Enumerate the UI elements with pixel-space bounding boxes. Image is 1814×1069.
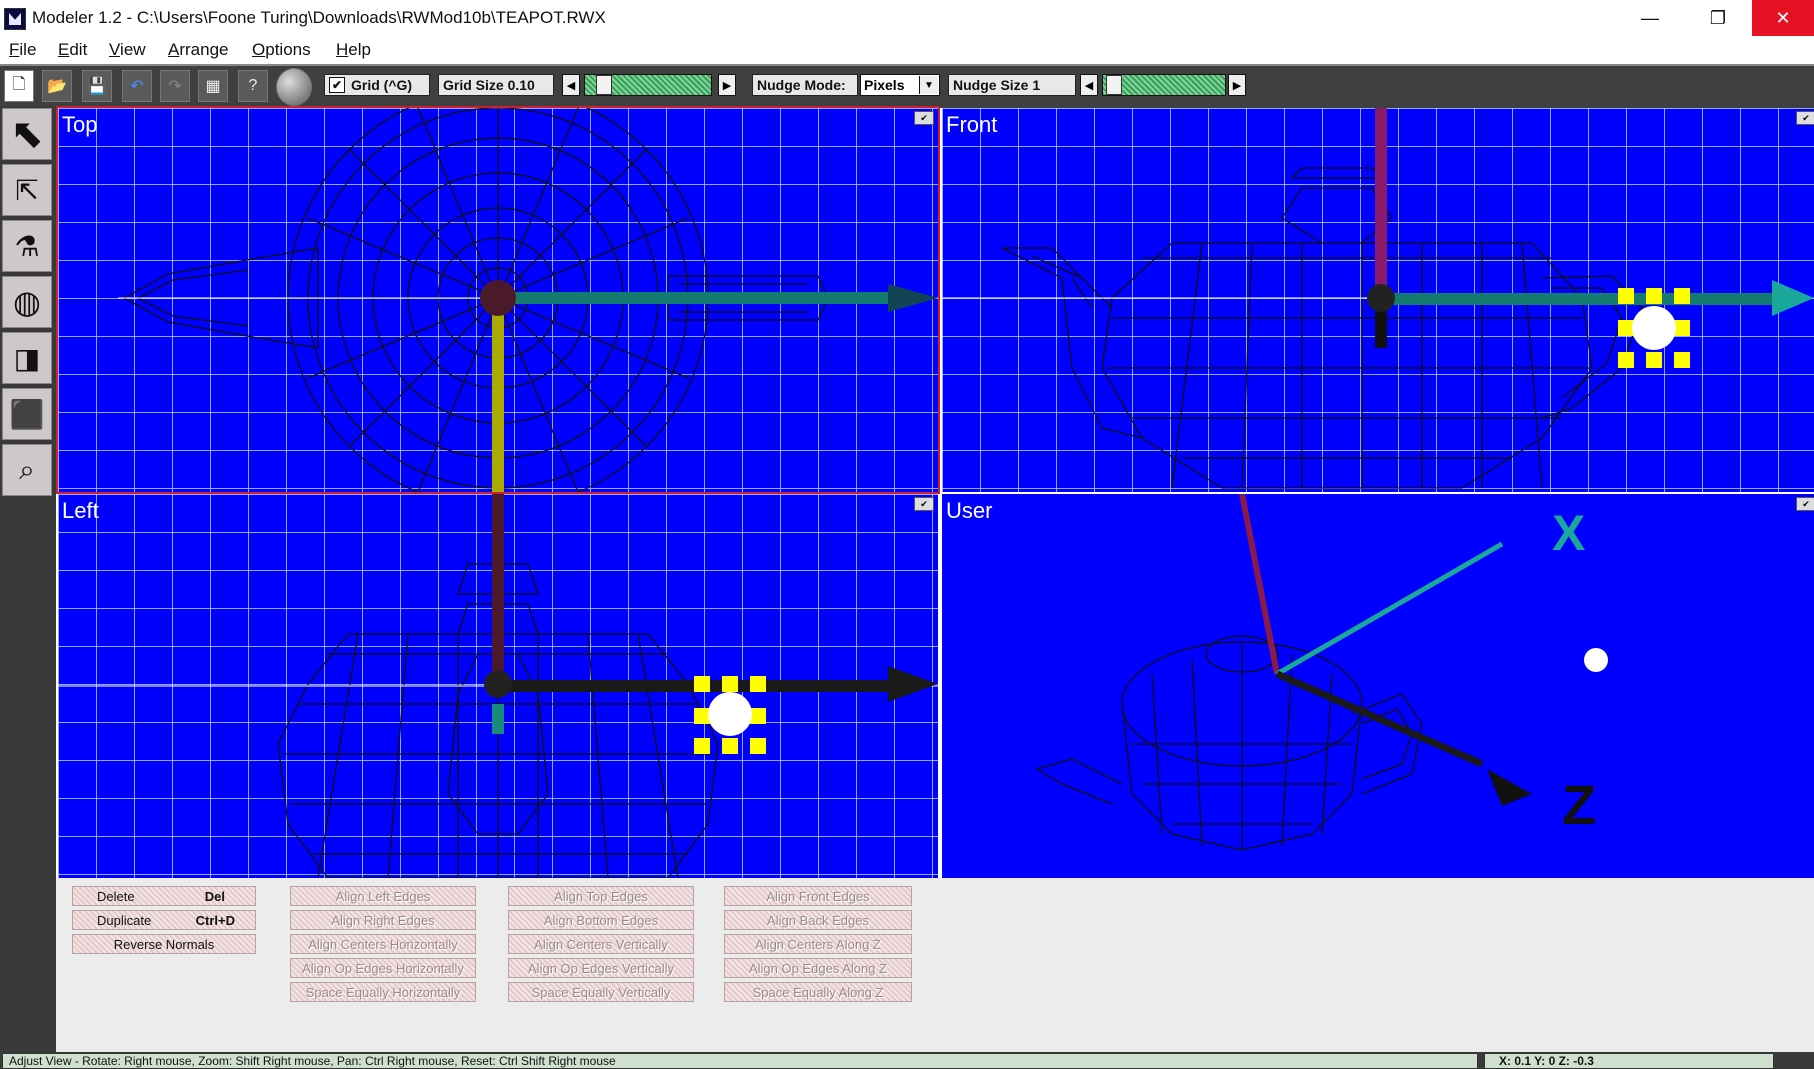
nudge-size-right-arrow[interactable]: ▶ bbox=[1228, 74, 1246, 96]
teapot-wireframe-front bbox=[942, 108, 1814, 489]
context-help-icon[interactable]: ? bbox=[238, 70, 268, 102]
window-title: Modeler 1.2 - C:\Users\Foone Turing\Down… bbox=[32, 8, 606, 27]
align-left-edges-button[interactable]: Align Left Edges bbox=[290, 886, 476, 906]
viewport-label-left: Left bbox=[62, 498, 99, 523]
align-centers-vertically-button[interactable]: Align Centers Vertically bbox=[508, 934, 694, 954]
teapot-wireframe-left bbox=[58, 494, 938, 878]
box-extrude-icon[interactable]: ⬛ bbox=[2, 388, 52, 440]
command-panel: Delete Del Duplicate Ctrl+D Reverse Norm… bbox=[56, 878, 1814, 1052]
viewport-label-user: User bbox=[946, 498, 993, 523]
align-centers-horizontally-button[interactable]: Align Centers Horizontally bbox=[290, 934, 476, 954]
menu-arrange[interactable]: Arrange bbox=[168, 40, 228, 60]
chevron-down-icon[interactable]: ▼ bbox=[919, 76, 938, 94]
nudge-mode-select[interactable]: Pixels ▼ bbox=[860, 74, 940, 96]
duplicate-button[interactable]: Duplicate Ctrl+D bbox=[72, 910, 256, 930]
space-equally-along-z-button[interactable]: Space Equally Along Z bbox=[724, 982, 912, 1002]
align-back-edges-button[interactable]: Align Back Edges bbox=[724, 910, 912, 930]
svg-text:X: X bbox=[1552, 505, 1585, 561]
menu-options[interactable]: Options bbox=[252, 40, 311, 60]
grid-size-left-arrow[interactable]: ◀ bbox=[562, 74, 580, 96]
teapot-wireframe-top bbox=[118, 108, 938, 492]
sphere-render-icon[interactable] bbox=[276, 68, 312, 106]
minimize-button[interactable]: — bbox=[1616, 0, 1684, 36]
nudge-size-thumb[interactable] bbox=[1106, 75, 1122, 95]
status-hint: Adjust View - Rotate: Right mouse, Zoom:… bbox=[2, 1053, 1478, 1069]
viewport-front[interactable]: Front ✔ bbox=[942, 108, 1814, 492]
status-bar: Adjust View - Rotate: Right mouse, Zoom:… bbox=[0, 1052, 1814, 1069]
align-bottom-edges-button[interactable]: Align Bottom Edges bbox=[508, 910, 694, 930]
viewport-label-top: Top bbox=[62, 112, 98, 137]
delete-button[interactable]: Delete Del bbox=[72, 886, 256, 906]
status-coordinates: X: 0.1 Y: 0 Z: -0.3 bbox=[1484, 1053, 1774, 1069]
svg-text:Z: Z bbox=[1562, 773, 1596, 836]
new-file-icon[interactable]: 🗋 bbox=[4, 70, 34, 102]
align-centers-along-z-button[interactable]: Align Centers Along Z bbox=[724, 934, 912, 954]
lasso-select-icon[interactable]: ⌕ bbox=[2, 444, 52, 496]
viewport-top-menu[interactable]: ✔ bbox=[914, 111, 934, 125]
viewport-left[interactable]: Left ✔ bbox=[58, 494, 938, 878]
space-equally-vertically-button[interactable]: Space Equally Vertically bbox=[508, 982, 694, 1002]
primitives-icon[interactable]: ◨ bbox=[2, 332, 52, 384]
grid-label: Grid (^G) bbox=[351, 77, 413, 93]
viewport-left-menu[interactable]: ✔ bbox=[914, 497, 934, 511]
reverse-normals-button[interactable]: Reverse Normals bbox=[72, 934, 256, 954]
save-icon[interactable]: 💾 bbox=[82, 70, 112, 102]
nudge-mode-value: Pixels bbox=[864, 77, 905, 93]
close-button[interactable]: ✕ bbox=[1752, 0, 1814, 36]
align-front-edges-button[interactable]: Align Front Edges bbox=[724, 886, 912, 906]
menu-file[interactable]: File bbox=[9, 40, 36, 60]
maximize-button[interactable]: ❐ bbox=[1684, 0, 1752, 36]
grid-size-right-arrow[interactable]: ▶ bbox=[718, 74, 736, 96]
open-folder-icon[interactable]: 📂 bbox=[42, 70, 72, 102]
toolbar: 🗋 📂 💾 ↶ ↷ ▦ ? ✔ Grid (^G) Grid Size 0.10… bbox=[0, 64, 1814, 108]
redo-icon[interactable]: ↷ bbox=[160, 70, 190, 102]
menu-help[interactable]: Help bbox=[336, 40, 371, 60]
align-right-edges-button[interactable]: Align Right Edges bbox=[290, 910, 476, 930]
menu-edit[interactable]: Edit bbox=[58, 40, 87, 60]
grid-toggle[interactable]: ✔ Grid (^G) bbox=[324, 74, 430, 96]
grid-props-icon[interactable]: ▦ bbox=[198, 70, 228, 102]
select-vertex-icon[interactable]: ⇱ bbox=[2, 164, 52, 216]
select-arrow-icon[interactable]: ⬉ bbox=[2, 108, 52, 160]
viewport-label-front: Front bbox=[946, 112, 998, 137]
align-op-edges-vertically-button[interactable]: Align Op Edges Vertically bbox=[508, 958, 694, 978]
teapot-wireframe-user: X Z bbox=[1035, 494, 1608, 851]
space-equally-horizontally-button[interactable]: Space Equally Horizontally bbox=[290, 982, 476, 1002]
nudge-size-left-arrow[interactable]: ◀ bbox=[1080, 74, 1098, 96]
grid-checkbox[interactable]: ✔ bbox=[329, 77, 345, 93]
title-bar: Modeler 1.2 - C:\Users\Foone Turing\Down… bbox=[0, 0, 1814, 36]
undo-icon[interactable]: ↶ bbox=[122, 70, 152, 102]
tool-palette: ⬉ ⇱ ⚗ ◍ ◨ ⬛ ⌕ bbox=[0, 106, 56, 1069]
align-op-edges-along-z-button[interactable]: Align Op Edges Along Z bbox=[724, 958, 912, 978]
align-op-edges-horizontally-button[interactable]: Align Op Edges Horizontally bbox=[290, 958, 476, 978]
texture-ball-icon[interactable]: ◍ bbox=[2, 276, 52, 328]
menu-bar: File Edit View Arrange Options Help bbox=[0, 36, 1814, 64]
viewport-front-menu[interactable]: ✔ bbox=[1796, 111, 1814, 125]
viewport-user[interactable]: X Z User ✔ bbox=[942, 494, 1814, 878]
app-icon bbox=[4, 8, 26, 30]
viewport-top[interactable]: Top ✔ bbox=[56, 106, 940, 494]
grid-size-label: Grid Size 0.10 bbox=[438, 74, 554, 96]
grid-size-thumb[interactable] bbox=[596, 75, 612, 95]
lamp-light-icon[interactable]: ⚗ bbox=[2, 220, 52, 272]
menu-view[interactable]: View bbox=[109, 40, 146, 60]
nudge-size-label: Nudge Size 1 bbox=[948, 74, 1076, 96]
align-top-edges-button[interactable]: Align Top Edges bbox=[508, 886, 694, 906]
viewport-user-menu[interactable]: ✔ bbox=[1796, 497, 1814, 511]
nudge-mode-label: Nudge Mode: bbox=[752, 74, 858, 96]
